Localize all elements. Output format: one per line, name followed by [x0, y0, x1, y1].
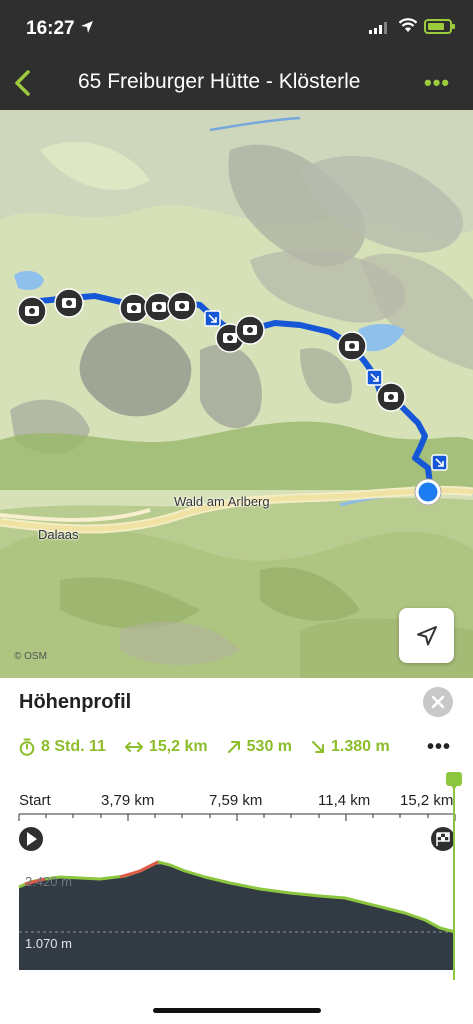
more-options-button[interactable]: ••• — [424, 70, 450, 96]
navigation-arrow-icon — [416, 625, 437, 645]
location-arrow-icon — [80, 20, 94, 37]
map-label-dalaas: Dalaas — [38, 527, 79, 542]
cellular-signal-icon — [369, 22, 387, 34]
map-attribution[interactable]: © OSM — [14, 651, 47, 662]
back-button[interactable] — [8, 66, 40, 100]
map-terrain — [0, 110, 473, 678]
map-view[interactable]: Wald am Arlberg Dalaas © OSM — [0, 110, 473, 678]
wifi-icon — [398, 17, 418, 38]
current-location-icon — [414, 478, 442, 506]
chevron-left-icon — [15, 70, 30, 96]
nav-bar: 65 Freiburger Hütte - Klösterle ••• — [0, 56, 473, 110]
status-time: 16:27 — [26, 18, 75, 39]
status-bar: 16:27 — [0, 0, 473, 56]
home-indicator[interactable] — [153, 1008, 321, 1013]
elevation-panel: Höhenprofil 8 Std. 11 15,2 km 530 m 1.38… — [0, 678, 473, 1024]
elevation-high-label: 2.420 m — [25, 874, 72, 889]
page-title: 65 Freiburger Hütte - Klösterle — [78, 70, 361, 93]
finish-flag-icon — [431, 827, 455, 851]
battery-icon — [424, 19, 455, 34]
start-flag-icon — [19, 827, 43, 851]
locate-me-button[interactable] — [399, 608, 454, 663]
map-label-wald-am-arlberg: Wald am Arlberg — [174, 494, 270, 509]
elevation-low-label: 1.070 m — [25, 936, 72, 951]
